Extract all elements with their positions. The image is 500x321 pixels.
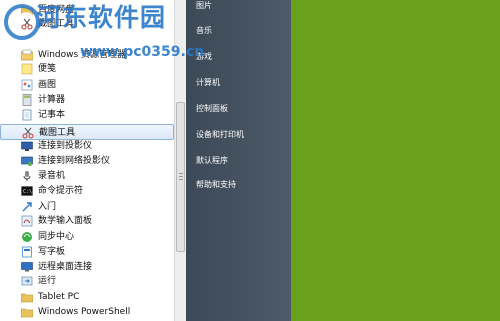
start-menu-link[interactable]: 计算机 [196,77,220,88]
start-menu-link[interactable]: 帮助和支持 [196,179,236,190]
notepad-icon [21,109,33,121]
program-item[interactable]: 运行 [0,273,174,289]
desktop-background [291,0,500,321]
start-menu-link[interactable]: 默认程序 [196,155,228,166]
program-item-label: 记事本 [38,110,66,120]
explorer-icon [20,49,34,61]
program-item-label: 写字板 [38,247,66,257]
watermark-title: 河东软件园 [36,3,167,32]
paint-icon [21,79,33,91]
program-item[interactable]: C:\ 命令提示符 [0,183,174,199]
wordpad-icon [21,246,33,258]
program-item[interactable]: 画图 [0,77,174,93]
sticky-note-icon [21,63,33,75]
program-item[interactable]: 记事本 [0,107,174,123]
start-menu-link[interactable]: 音乐 [196,25,212,36]
program-item[interactable]: 便笺 [0,61,174,77]
run-icon [21,275,33,287]
sync-icon [21,231,33,243]
program-item-label: 录音机 [38,171,66,181]
scrollbar-thumb[interactable] [176,102,185,252]
scrollbar-grip-icon [179,173,183,174]
program-item-label: 计算器 [38,95,66,105]
start-menu-link[interactable]: 控制面板 [196,103,228,114]
watermark-url: www.pc0359.cn [80,44,205,60]
folder-icon [20,306,34,318]
program-item[interactable]: 同步中心 [0,229,174,245]
program-item-label: 连接到网络投影仪 [38,156,111,166]
program-item[interactable]: 连接到网络投影仪 [0,153,174,169]
getting-started-icon [21,201,33,213]
cmd-icon: C:\ [21,185,33,197]
program-item-label: Tablet PC [38,292,80,302]
program-item[interactable]: 数学输入面板 [0,213,174,229]
calculator-icon [21,94,33,106]
program-item-label: 同步中心 [38,232,75,242]
start-menu-link[interactable]: 图片 [196,0,212,11]
remote-desktop-icon [21,261,33,273]
program-item[interactable]: Tablet PC [0,289,174,305]
program-item-label: 命令提示符 [38,186,84,196]
program-item-label: Windows PowerShell [38,307,131,317]
program-item-label: 便笺 [38,64,57,74]
program-item[interactable]: 计算器 [0,92,174,108]
program-item[interactable]: 连接到投影仪 [0,138,174,154]
program-item-label: 数学输入面板 [38,216,93,226]
program-item-label: 连接到投影仪 [38,141,93,151]
projector-icon [21,140,33,152]
program-item[interactable]: 录音机 [0,168,174,184]
start-menu-link[interactable]: 设备和打印机 [196,129,244,140]
folder-icon [20,291,34,303]
program-item[interactable]: Windows PowerShell [0,304,174,320]
microphone-icon [21,170,33,182]
program-item-label: 运行 [38,276,57,286]
math-panel-icon [21,215,33,227]
program-item-label: 画图 [38,80,57,90]
program-item[interactable]: 写字板 [0,244,174,260]
svg-text:C:\: C:\ [23,189,32,195]
network-projector-icon [21,155,33,167]
